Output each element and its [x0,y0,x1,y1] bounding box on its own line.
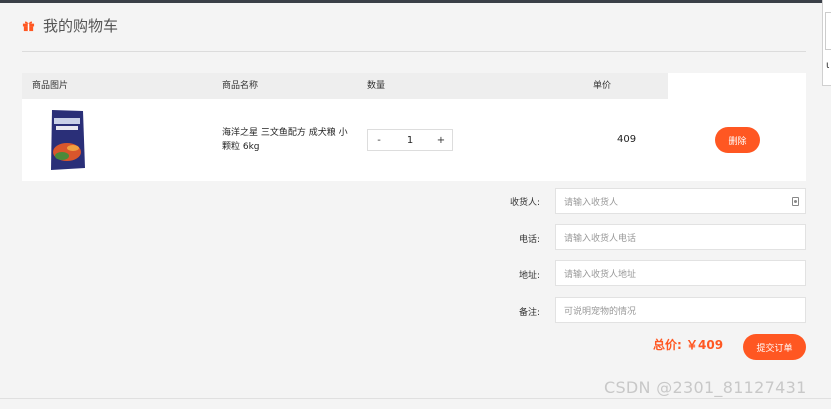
window-top-border [0,0,831,3]
product-image[interactable] [48,108,87,172]
column-header-price: 单价 [593,81,612,91]
phone-placeholder: 请输入收货人电话 [564,233,637,244]
decrease-button[interactable]: - [368,135,390,146]
column-header-action [668,73,806,99]
quantity-value[interactable]: 1 [390,135,430,146]
page-title: 我的购物车 [43,16,119,35]
receiver-field[interactable]: 请输入收货人 [555,188,806,214]
table-row: 海洋之星 三文鱼配方 成犬粮 小颗粒 6kg - 1 + 409 删除 [22,99,806,181]
receiver-label: 收货人: [509,198,540,208]
column-header-quantity: 数量 [367,81,386,91]
increase-button[interactable]: + [430,135,452,146]
header-divider [22,51,806,52]
footer-divider [0,398,831,399]
address-field[interactable]: 请输入收货人地址 [555,260,806,286]
address-label: 地址: [518,271,540,281]
cart-header: 我的购物车 [22,14,118,36]
side-panel-glyph: ι [826,60,830,71]
product-name: 海洋之星 三文鱼配方 成犬粮 小颗粒 6kg [222,128,348,152]
address-placeholder: 请输入收货人地址 [564,269,637,280]
submit-order-button[interactable]: 提交订单 [743,334,806,360]
total-value: ￥409 [686,338,724,352]
note-label: 备注: [518,308,540,318]
gift-icon [22,20,35,31]
unit-price: 409 [617,134,637,145]
order-total: 总价: ￥409 [653,336,723,353]
watermark: CSDN @2301_81127431 [604,378,807,397]
column-header-name: 商品名称 [222,81,259,91]
receiver-placeholder: 请输入收货人 [564,197,619,208]
quantity-stepper: - 1 + [367,129,453,151]
phone-field[interactable]: 请输入收货人电话 [555,224,806,250]
note-placeholder: 可说明宠物的情况 [564,306,637,317]
side-panel-box [825,12,831,50]
column-header-image: 商品图片 [32,81,69,91]
side-panel-edge: ι [822,0,831,86]
note-field[interactable]: 可说明宠物的情况 [555,297,806,323]
phone-label: 电话: [518,235,540,245]
cart-table-header: 商品图片 商品名称 数量 单价 [22,73,668,99]
delete-button[interactable]: 删除 [715,127,760,153]
contact-card-icon [792,197,799,206]
total-label: 总价: [653,338,682,352]
